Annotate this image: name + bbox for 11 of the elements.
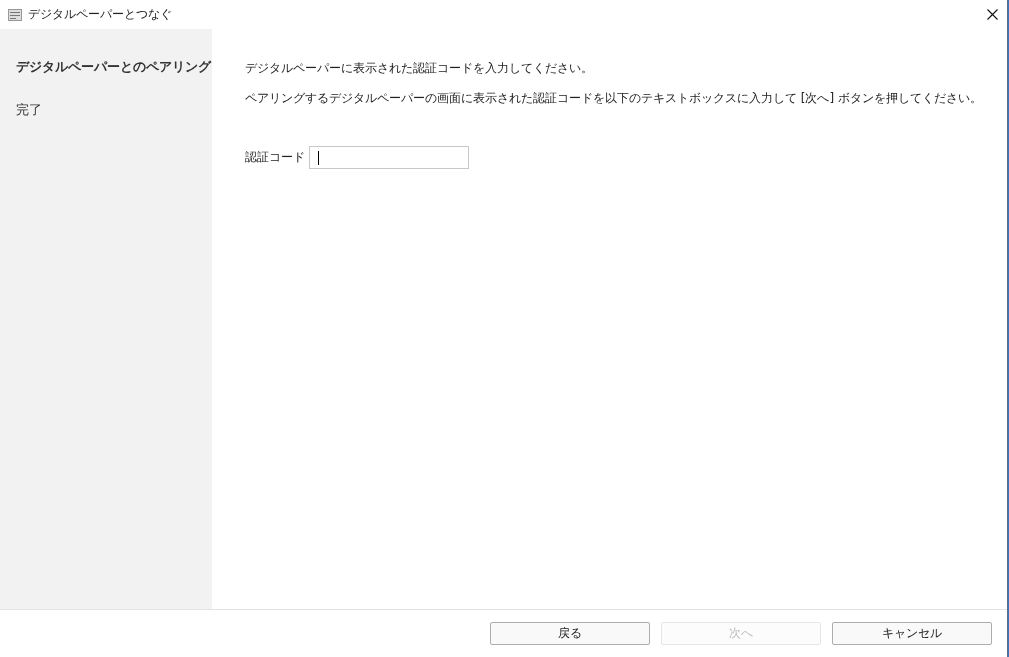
code-input-field[interactable] <box>309 146 469 169</box>
instruction-text: ペアリングするデジタルペーパーの画面に表示された認証コードを以下のテキストボックスに入力して [次へ] ボタンを押してください。 <box>245 90 983 107</box>
wizard-step: デジタルペーパーとのペアリング <box>16 59 212 76</box>
wizard-step: 完了 <box>16 102 212 119</box>
window-title: デジタルペーパーとつなぐ <box>28 6 173 23</box>
instruction-text: デジタルペーパーに表示された認証コードを入力してください。 <box>245 60 594 77</box>
dialog-button[interactable]: 戻る <box>490 622 650 645</box>
app-icon <box>8 8 22 21</box>
field-label: 認証コード <box>245 149 305 166</box>
dialog-button[interactable]: キャンセル <box>832 622 992 645</box>
close-icon <box>986 9 998 20</box>
